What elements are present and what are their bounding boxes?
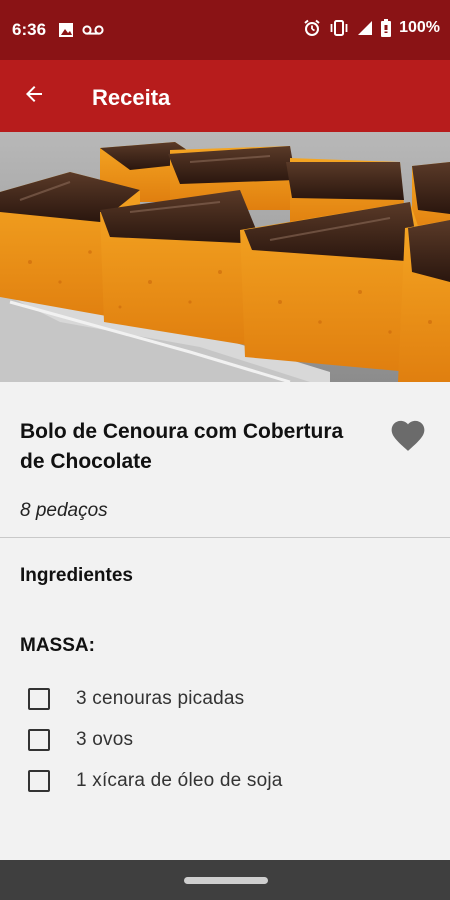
- checkbox[interactable]: [28, 769, 50, 792]
- divider: [0, 537, 450, 538]
- ingredient-label: 3 ovos: [76, 728, 134, 750]
- recipe-photo: [0, 132, 450, 382]
- ingredient-item[interactable]: 3 cenouras picadas: [28, 678, 283, 719]
- home-gesture-handle[interactable]: [184, 877, 268, 884]
- voicemail-icon: [82, 24, 104, 36]
- system-nav-bar: [0, 860, 450, 900]
- alarm-icon: [303, 19, 321, 37]
- signal-icon: [357, 20, 373, 36]
- favorite-button[interactable]: [386, 416, 430, 456]
- section-title: Ingredientes: [20, 565, 133, 586]
- ingredient-label: 1 xícara de óleo de soja: [76, 769, 283, 791]
- system-indicators: 100%: [303, 19, 440, 37]
- checkbox[interactable]: [28, 687, 50, 710]
- ingredient-label: 3 cenouras picadas: [76, 687, 245, 709]
- image-icon: [58, 22, 74, 38]
- status-bar: 6:36 100%: [0, 0, 450, 60]
- arrow-left-icon: [22, 82, 46, 111]
- app-bar: Receita: [0, 60, 450, 132]
- checkbox[interactable]: [28, 728, 50, 751]
- battery-icon: [381, 19, 392, 37]
- page-title: Receita: [92, 85, 171, 110]
- status-time: 6:36: [12, 20, 47, 39]
- vibrate-icon: [329, 19, 349, 37]
- battery-percent: 100%: [399, 19, 440, 36]
- ingredient-item[interactable]: 3 ovos: [28, 719, 283, 760]
- back-button[interactable]: [14, 76, 54, 116]
- notification-icons: [58, 22, 104, 38]
- ingredient-list: 3 cenouras picadas 3 ovos 1 xícara de ól…: [28, 678, 283, 801]
- recipe-title: Bolo de Cenoura com Cobertura de Chocola…: [20, 420, 344, 473]
- heart-icon: [388, 416, 428, 457]
- ingredient-item[interactable]: 1 xícara de óleo de soja: [28, 760, 283, 801]
- recipe-yield: 8 pedaços: [20, 500, 108, 521]
- ingredient-group-title: MASSA:: [20, 635, 95, 656]
